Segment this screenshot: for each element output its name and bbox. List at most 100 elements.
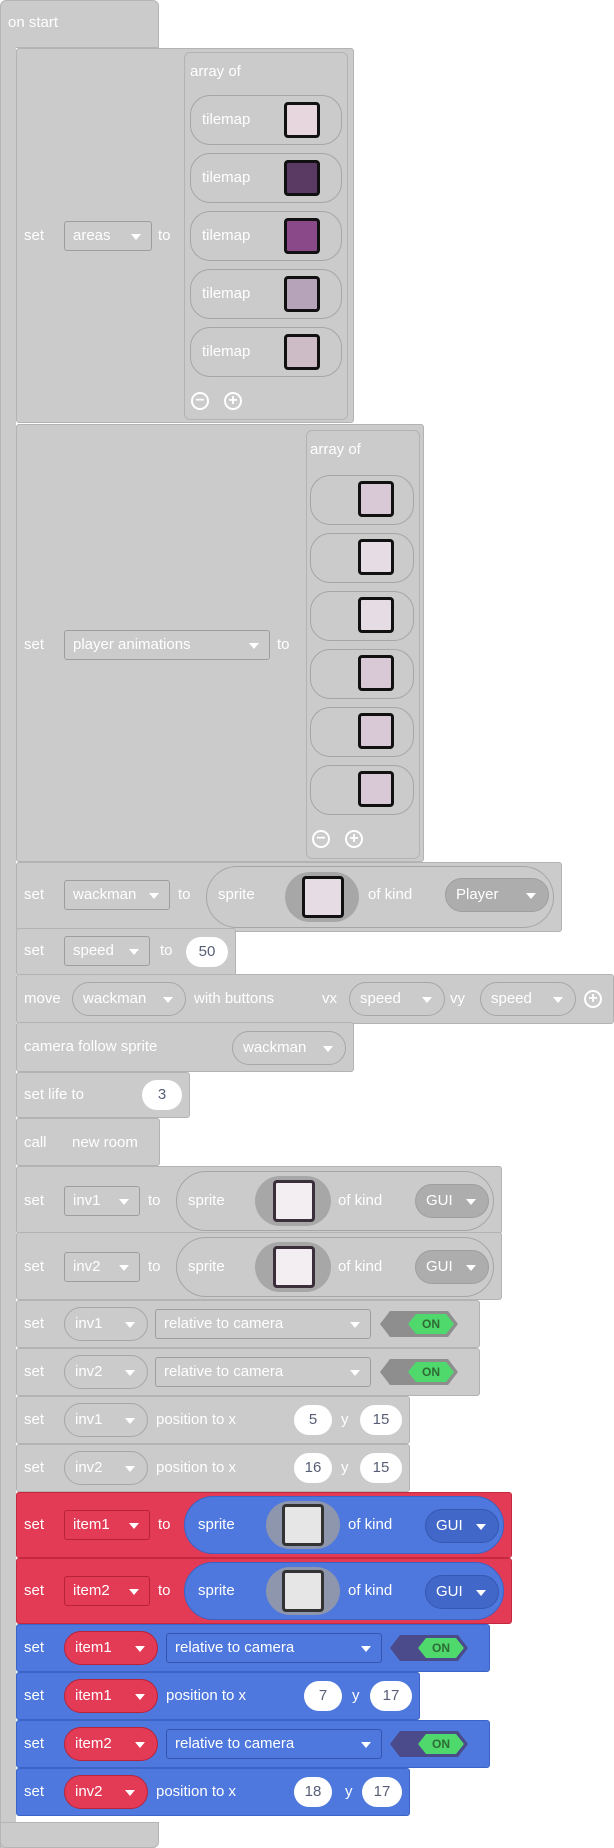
add-item-icon[interactable]: + <box>224 392 242 410</box>
kind-dropdown[interactable]: GUI <box>425 1509 499 1543</box>
item2-sprite-icon[interactable] <box>282 1570 324 1612</box>
animation-thumbnail-icon[interactable] <box>358 597 394 633</box>
speed-variable-dropdown[interactable]: speed <box>64 936 150 966</box>
camera-sprite-dropdown[interactable]: wackman <box>232 1031 346 1065</box>
speed-value-input[interactable]: 50 <box>186 937 228 967</box>
inv2-sprite-dropdown[interactable]: inv2 <box>64 1775 148 1809</box>
y-value-input[interactable]: 15 <box>360 1453 402 1483</box>
to-keyword: to <box>178 886 191 903</box>
tilemap-thumbnail-icon[interactable] <box>284 276 320 312</box>
y-keyword: y <box>345 1783 353 1800</box>
sprite-keyword: sprite <box>188 1258 225 1275</box>
tilemap-thumbnail-icon[interactable] <box>284 218 320 254</box>
animation-thumbnail-icon[interactable] <box>358 539 394 575</box>
to-keyword: to <box>158 1582 171 1599</box>
inv1-sprite-dropdown[interactable]: inv1 <box>64 1307 148 1341</box>
flag-dropdown[interactable]: relative to camera <box>155 1309 371 1339</box>
sprite-keyword: sprite <box>198 1582 235 1599</box>
x-value-input[interactable]: 18 <box>294 1777 332 1807</box>
kind-dropdown[interactable]: GUI <box>415 1184 489 1218</box>
flag-dropdown[interactable]: relative to camera <box>155 1357 371 1387</box>
relative-to-camera-toggle[interactable]: ON <box>380 1311 458 1337</box>
expand-icon[interactable]: + <box>584 990 602 1008</box>
position-to-x-keyword: position to x <box>156 1411 237 1428</box>
wackman-sprite-icon[interactable] <box>302 876 344 918</box>
remove-item-icon[interactable]: − <box>312 830 330 848</box>
set-keyword: set <box>24 1459 45 1476</box>
to-keyword: to <box>277 636 290 653</box>
y-value-input[interactable]: 15 <box>360 1405 402 1435</box>
toggle-on-label: ON <box>408 1362 454 1382</box>
tilemap-thumbnail-icon[interactable] <box>284 102 320 138</box>
toggle-on-label: ON <box>418 1638 464 1658</box>
y-value-input[interactable]: 17 <box>362 1777 402 1807</box>
flag-dropdown[interactable]: relative to camera <box>166 1633 382 1663</box>
vy-keyword: vy <box>450 990 465 1007</box>
item2-variable-dropdown[interactable]: item2 <box>64 1576 150 1606</box>
animation-thumbnail-icon[interactable] <box>358 771 394 807</box>
position-to-x-keyword: position to x <box>166 1687 247 1704</box>
set-keyword: set <box>24 1783 45 1800</box>
call-keyword: call <box>24 1134 47 1151</box>
tilemap-label: tilemap <box>202 343 251 360</box>
inv1-sprite-dropdown[interactable]: inv1 <box>64 1403 148 1437</box>
set-keyword: set <box>24 1411 45 1428</box>
x-value-input[interactable]: 5 <box>294 1405 332 1435</box>
on-start-label: on start <box>8 14 59 31</box>
vx-dropdown[interactable]: speed <box>349 982 445 1016</box>
with-buttons-keyword: with buttons <box>194 990 275 1007</box>
relative-to-camera-toggle[interactable]: ON <box>390 1635 468 1661</box>
remove-item-icon[interactable]: − <box>191 392 209 410</box>
vx-keyword: vx <box>322 990 337 1007</box>
inv2-sprite-dropdown[interactable]: inv2 <box>64 1451 148 1485</box>
move-sprite-dropdown[interactable]: wackman <box>72 982 186 1016</box>
set-keyword: set <box>24 1315 45 1332</box>
item2-sprite-dropdown[interactable]: item2 <box>64 1727 158 1761</box>
add-item-icon[interactable]: + <box>345 830 363 848</box>
item1-sprite-icon[interactable] <box>282 1504 324 1546</box>
y-value-input[interactable]: 17 <box>370 1681 412 1711</box>
inv1-sprite-icon[interactable] <box>273 1180 315 1222</box>
relative-to-camera-toggle[interactable]: ON <box>390 1731 468 1757</box>
vy-dropdown[interactable]: speed <box>480 982 576 1016</box>
of-kind-keyword: of kind <box>368 886 413 903</box>
inv1-variable-dropdown[interactable]: inv1 <box>64 1186 140 1216</box>
to-keyword: to <box>160 942 173 959</box>
item1-sprite-dropdown[interactable]: item1 <box>64 1631 158 1665</box>
animation-thumbnail-icon[interactable] <box>358 713 394 749</box>
function-name[interactable]: new room <box>72 1133 138 1153</box>
y-keyword: y <box>341 1411 349 1428</box>
sprite-keyword: sprite <box>198 1516 235 1533</box>
areas-variable-dropdown[interactable]: areas <box>64 221 152 251</box>
set-keyword: set <box>24 942 45 959</box>
set-keyword: set <box>24 636 45 653</box>
toggle-on-label: ON <box>408 1314 454 1334</box>
kind-dropdown[interactable]: GUI <box>425 1575 499 1609</box>
of-kind-keyword: of kind <box>348 1582 393 1599</box>
inv2-sprite-icon[interactable] <box>273 1246 315 1288</box>
item1-variable-dropdown[interactable]: item1 <box>64 1510 150 1540</box>
flag-dropdown[interactable]: relative to camera <box>166 1729 382 1759</box>
set-keyword: set <box>24 1639 45 1656</box>
x-value-input[interactable]: 7 <box>304 1681 342 1711</box>
tilemap-thumbnail-icon[interactable] <box>284 160 320 196</box>
kind-dropdown[interactable]: Player <box>445 878 549 912</box>
player-animations-variable-dropdown[interactable]: player animations <box>64 630 270 660</box>
toggle-on-label: ON <box>418 1734 464 1754</box>
inv2-variable-dropdown[interactable]: inv2 <box>64 1252 140 1282</box>
x-value-input[interactable]: 16 <box>294 1453 332 1483</box>
animation-thumbnail-icon[interactable] <box>358 655 394 691</box>
wackman-variable-dropdown[interactable]: wackman <box>64 880 170 910</box>
life-value-input[interactable]: 3 <box>142 1080 182 1110</box>
item1-sprite-dropdown[interactable]: item1 <box>64 1679 158 1713</box>
tilemap-thumbnail-icon[interactable] <box>284 334 320 370</box>
relative-to-camera-toggle[interactable]: ON <box>380 1359 458 1385</box>
tilemap-label: tilemap <box>202 285 251 302</box>
move-keyword: move <box>24 990 61 1007</box>
animation-thumbnail-icon[interactable] <box>358 481 394 517</box>
camera-follow-keyword: camera follow sprite <box>24 1038 158 1055</box>
y-keyword: y <box>352 1687 360 1704</box>
inv2-sprite-dropdown[interactable]: inv2 <box>64 1355 148 1389</box>
kind-dropdown[interactable]: GUI <box>415 1250 489 1284</box>
to-keyword: to <box>158 1516 171 1533</box>
